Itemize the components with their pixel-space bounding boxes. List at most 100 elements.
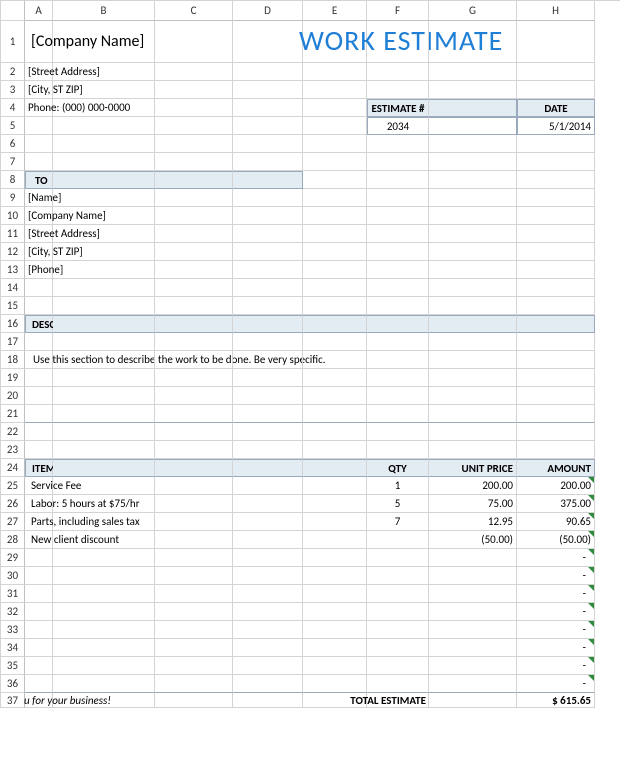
cell[interactable] [233,387,303,405]
cell[interactable] [429,153,517,171]
cell[interactable] [233,441,303,459]
cell[interactable] [233,369,303,387]
cell[interactable] [303,495,367,513]
cell[interactable] [517,405,595,423]
cell[interactable] [303,369,367,387]
cell[interactable] [517,243,595,261]
cell[interactable] [155,207,233,225]
cell[interactable] [53,549,155,567]
cell[interactable] [429,279,517,297]
cell[interactable] [53,279,155,297]
cell[interactable] [303,117,367,135]
cell[interactable] [303,171,367,189]
cell[interactable] [53,657,155,675]
cell[interactable] [53,207,155,225]
row-header[interactable]: 32 [1,603,25,621]
cell[interactable] [53,639,155,657]
cell[interactable] [367,387,429,405]
cell[interactable] [53,585,155,603]
total-estimate-value[interactable]: $ 615.65 [517,693,595,708]
cell[interactable] [367,369,429,387]
cell[interactable] [429,315,517,333]
cell[interactable] [429,387,517,405]
cell[interactable] [25,423,53,441]
row-header[interactable]: 27 [1,513,25,531]
cell[interactable] [53,459,155,477]
cell[interactable] [429,135,517,153]
cell[interactable] [429,693,517,708]
row-header[interactable]: 1 [1,21,25,63]
cell[interactable] [25,639,53,657]
cell[interactable] [155,441,233,459]
cell[interactable]: TOTAL ESTIMATE [367,693,429,708]
cell[interactable] [155,477,233,495]
qty-header[interactable]: QTY [367,459,429,477]
item-unit[interactable]: (50.00) [429,531,517,549]
cell[interactable] [517,387,595,405]
cell[interactable] [25,549,53,567]
cell[interactable] [233,21,303,63]
cell[interactable] [155,531,233,549]
cell[interactable] [233,333,303,351]
cell[interactable] [155,423,233,441]
item-amount[interactable]: (50.00) [517,531,595,549]
cell[interactable] [53,531,155,549]
spreadsheet-grid[interactable]: A B C D E F G H 1 [Company Name] WORK ES… [0,0,620,708]
cell[interactable] [155,567,233,585]
cell[interactable] [233,477,303,495]
cell[interactable] [303,225,367,243]
cell[interactable] [155,351,233,369]
cell[interactable] [303,477,367,495]
cell[interactable] [429,369,517,387]
cell[interactable] [53,117,155,135]
cell[interactable] [155,639,233,657]
cell[interactable] [155,549,233,567]
cell[interactable] [367,243,429,261]
cell[interactable] [53,603,155,621]
cell[interactable] [53,153,155,171]
col-header-D[interactable]: D [233,1,303,21]
cell[interactable] [25,675,53,693]
row-header[interactable]: 26 [1,495,25,513]
cell[interactable] [233,189,303,207]
cell[interactable] [25,621,53,639]
cell[interactable] [367,333,429,351]
row-header[interactable]: 8 [1,171,25,189]
cell[interactable] [367,441,429,459]
cell[interactable] [25,117,53,135]
cell[interactable] [155,693,233,708]
amount-header[interactable]: AMOUNT [517,459,595,477]
cell[interactable] [53,315,155,333]
item-amount[interactable]: 200.00 [517,477,595,495]
cell[interactable]: [City, ST ZIP] [25,243,53,261]
row-header[interactable]: 6 [1,135,25,153]
cell[interactable] [155,153,233,171]
cell[interactable] [25,135,53,153]
cell[interactable] [367,297,429,315]
cell[interactable] [517,21,595,63]
row-header[interactable]: 35 [1,657,25,675]
cell[interactable] [53,621,155,639]
cell[interactable] [155,603,233,621]
cell[interactable] [233,423,303,441]
row-header[interactable]: 15 [1,297,25,315]
cell[interactable] [53,477,155,495]
cell[interactable] [53,333,155,351]
cell[interactable] [233,585,303,603]
col-header-G[interactable]: G [429,1,517,21]
cell[interactable] [429,21,517,63]
row-header[interactable]: 30 [1,567,25,585]
cell[interactable] [233,315,303,333]
cell[interactable] [53,441,155,459]
item-amount[interactable]: - [517,585,595,603]
cell[interactable]: Phone: (000) 000-0000 [25,99,53,117]
cell[interactable] [367,585,429,603]
cell[interactable] [429,567,517,585]
cell[interactable] [429,225,517,243]
cell[interactable] [233,63,303,81]
cell[interactable] [53,63,155,81]
cell[interactable] [155,135,233,153]
cell[interactable] [53,567,155,585]
cell[interactable] [303,333,367,351]
cell[interactable] [429,603,517,621]
